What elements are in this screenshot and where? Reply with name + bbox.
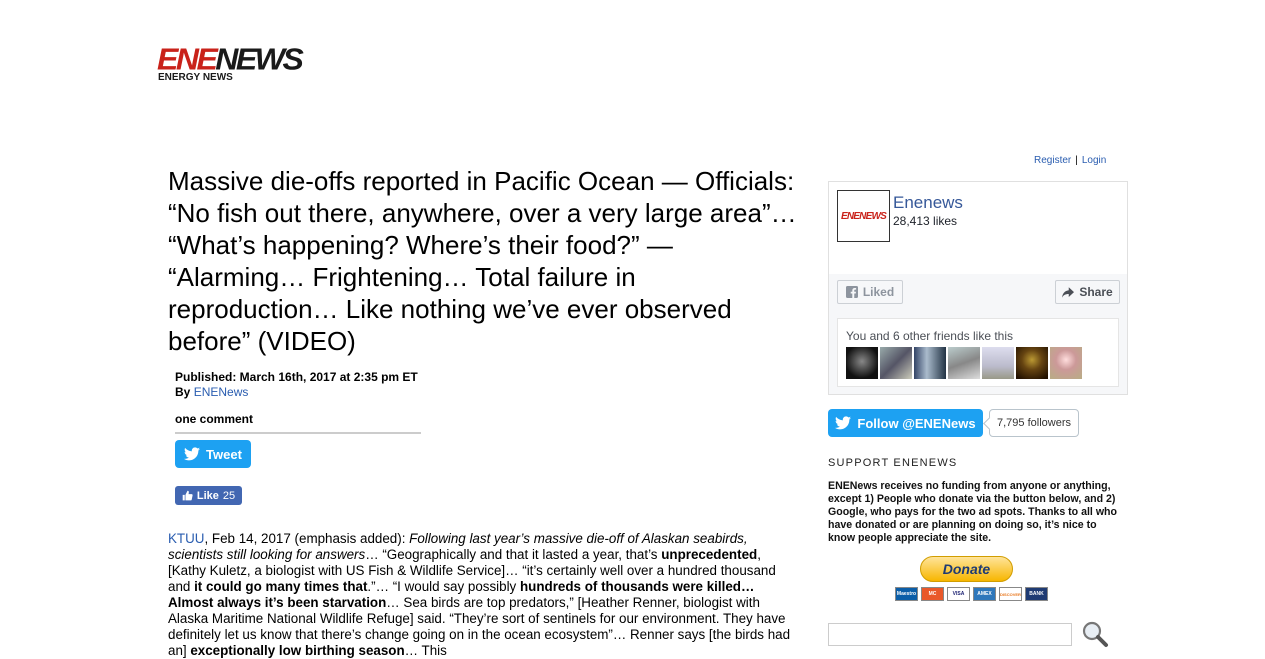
like-count: 25 <box>222 489 236 502</box>
donate-button[interactable]: Donate <box>920 556 1013 582</box>
twitter-follow-button[interactable]: Follow @ENENews <box>828 409 983 437</box>
facebook-share-button[interactable]: Share <box>1055 280 1120 304</box>
mastercard-icon: MC <box>921 587 944 601</box>
amex-card-icon: AMEX <box>973 587 996 601</box>
body-text: , Feb 14, 2017 (emphasis added): <box>204 531 410 546</box>
share-arrow-icon <box>1062 286 1075 298</box>
author-link[interactable]: ENENews <box>194 385 249 399</box>
friend-avatar[interactable] <box>846 347 878 379</box>
body-text: … This <box>404 643 447 658</box>
body-text: .”… “I would say possibly <box>367 579 520 594</box>
thumbs-up-icon <box>182 490 193 501</box>
article-meta: Published: March 16th, 2017 at 2:35 pm E… <box>175 370 418 400</box>
published-date: Published: March 16th, 2017 at 2:35 pm E… <box>175 370 418 384</box>
like-label: Like <box>196 489 219 502</box>
source-link[interactable]: KTUU <box>168 531 204 546</box>
support-text: ENENews receives no funding from anyone … <box>828 480 1117 544</box>
facebook-page-widget: ENENEWS Enenews 28,413 likes Liked Share… <box>828 181 1128 395</box>
tweet-button[interactable]: Tweet <box>175 440 251 468</box>
liked-label: Liked <box>862 285 895 299</box>
facebook-page-name[interactable]: Enenews <box>893 193 963 213</box>
tweet-label: Tweet <box>206 446 242 462</box>
login-link[interactable]: Login <box>1082 155 1106 166</box>
comments-link[interactable]: one comment <box>175 412 421 434</box>
support-heading: SUPPORT ENENEWS <box>828 457 958 469</box>
twitter-bird-icon <box>835 416 852 430</box>
visa-card-icon: VISA <box>947 587 970 601</box>
avatar-logo-text: ENENEWS <box>841 210 887 222</box>
payment-cards: Maestro MC VISA AMEX DISCOVER BANK <box>895 587 1048 601</box>
follow-label: Follow @ENENews <box>857 415 976 431</box>
by-label: By <box>175 385 191 399</box>
body-bold: unprecedented <box>661 547 758 562</box>
friend-avatar[interactable] <box>880 347 912 379</box>
article-body: KTUU, Feb 14, 2017 (emphasis added): Fol… <box>168 531 798 659</box>
facebook-like-button[interactable]: Like 25 <box>175 486 242 505</box>
facebook-icon <box>845 286 858 298</box>
body-bold: it could go many times that <box>194 579 368 594</box>
register-link[interactable]: Register <box>1034 155 1071 166</box>
friend-avatar[interactable] <box>1050 347 1082 379</box>
facebook-friends-panel: You and 6 other friends like this <box>837 318 1119 387</box>
twitter-bird-icon <box>184 447 201 461</box>
friend-avatar[interactable] <box>914 347 946 379</box>
body-bold: exceptionally low birthing season <box>190 643 405 658</box>
maestro-card-icon: Maestro <box>895 587 918 601</box>
account-separator: | <box>1075 155 1078 166</box>
friend-avatar[interactable] <box>1016 347 1048 379</box>
account-links: Register | Login <box>1034 155 1106 166</box>
discover-card-icon: DISCOVER <box>999 587 1022 601</box>
bank-card-icon: BANK <box>1025 587 1048 601</box>
body-text: … “Geographically and that it lasted a y… <box>365 547 662 562</box>
facebook-like-count: 28,413 likes <box>893 214 958 228</box>
friend-avatar[interactable] <box>982 347 1014 379</box>
search-button[interactable] <box>1081 620 1109 648</box>
search-input[interactable] <box>828 623 1072 646</box>
magnifier-icon <box>1082 621 1108 647</box>
share-label: Share <box>1079 285 1113 299</box>
article-headline: Massive die-offs reported in Pacific Oce… <box>168 166 797 356</box>
facebook-page-avatar[interactable]: ENENEWS <box>837 190 890 242</box>
twitter-follower-count[interactable]: 7,795 followers <box>989 409 1079 437</box>
friend-avatar[interactable] <box>948 347 980 379</box>
site-logo[interactable]: ENENEWS ENERGY NEWS <box>157 44 342 86</box>
friends-like-text: You and 6 other friends like this <box>846 329 1013 343</box>
logo-subtitle: ENERGY NEWS <box>158 72 233 83</box>
facebook-liked-button[interactable]: Liked <box>837 280 903 304</box>
